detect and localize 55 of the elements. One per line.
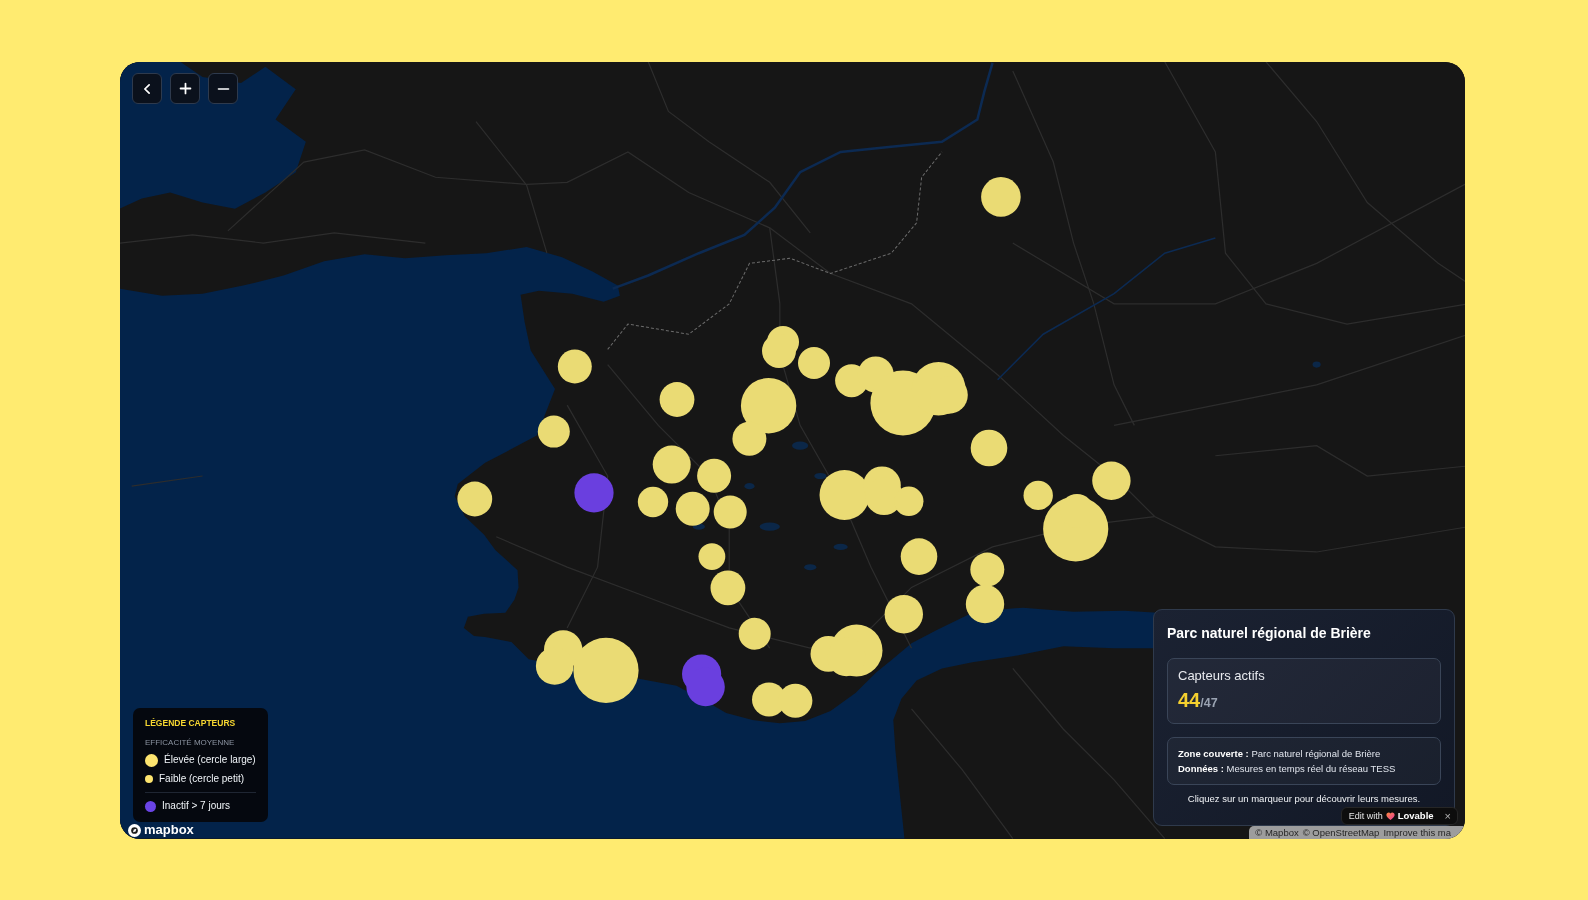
sensor-marker[interactable] xyxy=(698,543,726,570)
map-logo-link[interactable]: mapbox xyxy=(128,823,194,837)
panel-title: Parc naturel régional de Brière xyxy=(1167,624,1372,642)
sensor-marker[interactable] xyxy=(738,617,771,650)
sensor-marker[interactable] xyxy=(637,486,669,518)
sensor-marker[interactable] xyxy=(713,495,747,529)
minus-icon xyxy=(217,87,229,90)
sensor-marker[interactable] xyxy=(457,481,493,517)
sensor-marker[interactable] xyxy=(798,347,830,379)
sensor-marker[interactable] xyxy=(652,445,691,484)
legend-label: Élevée (cercle large) xyxy=(164,753,256,767)
sensor-marker[interactable] xyxy=(659,382,695,417)
sensor-marker[interactable] xyxy=(884,595,923,634)
legend-label: Faible (cercle petit) xyxy=(159,772,245,786)
legend-title: LÉGENDE CAPTEURS xyxy=(145,718,237,729)
detail-line: Zone couverte : Parc naturel régional de Brière xyxy=(1178,747,1382,761)
attribution-link[interactable]: © Mapbox xyxy=(1255,826,1299,839)
heart-icon xyxy=(1385,812,1395,820)
sensor-marker[interactable] xyxy=(1092,461,1131,500)
sensor-marker[interactable] xyxy=(557,349,592,384)
legend-subtitle: EFFICACITÉ MOYENNE xyxy=(145,737,236,748)
sensor-marker[interactable] xyxy=(535,647,574,685)
sensor-marker[interactable] xyxy=(697,458,732,493)
sensor-marker[interactable] xyxy=(970,552,1005,587)
detail-line: Données : Mesures en temps réel du réseau TESS xyxy=(1178,762,1397,776)
sensor-marker[interactable] xyxy=(981,177,1021,217)
attribution-link[interactable]: © OpenStreetMap xyxy=(1302,826,1380,839)
sensor-marker[interactable] xyxy=(778,683,813,718)
sensor-marker[interactable] xyxy=(965,584,1005,624)
hint-text: Cliquez sur un marqueur pour découvrir leurs mesures. xyxy=(1186,793,1422,805)
back-button[interactable] xyxy=(132,73,162,104)
sensor-marker[interactable] xyxy=(740,378,797,434)
sensor-marker[interactable] xyxy=(574,473,614,513)
logo-icon xyxy=(128,823,141,837)
sensor-marker[interactable] xyxy=(900,538,938,575)
sensor-marker[interactable] xyxy=(710,570,746,606)
close-button[interactable]: × xyxy=(1441,810,1454,822)
attribution-link[interactable]: Improve this ma xyxy=(1383,826,1451,839)
sensor-marker[interactable] xyxy=(819,470,870,520)
stat-label: Capteurs actifs xyxy=(1178,668,1266,684)
plus-icon xyxy=(179,83,191,94)
stat-total: /47 xyxy=(1200,696,1218,712)
sensor-marker[interactable] xyxy=(1023,480,1053,511)
sensor-marker[interactable] xyxy=(894,486,924,516)
sensor-marker[interactable] xyxy=(573,637,639,703)
legend-label: Inactif > 7 jours xyxy=(162,799,231,813)
chevron-left-icon xyxy=(144,83,150,94)
sensor-marker[interactable] xyxy=(675,491,710,526)
zoom-out-button[interactable] xyxy=(208,73,238,104)
sensor-marker[interactable] xyxy=(970,429,1008,467)
stat-value: 44 xyxy=(1178,688,1201,712)
zoom-in-button[interactable] xyxy=(170,73,200,104)
sensor-marker[interactable] xyxy=(537,415,570,448)
edit-link[interactable]: Edit with Lovable xyxy=(1348,810,1434,822)
sensor-marker[interactable] xyxy=(732,421,767,456)
